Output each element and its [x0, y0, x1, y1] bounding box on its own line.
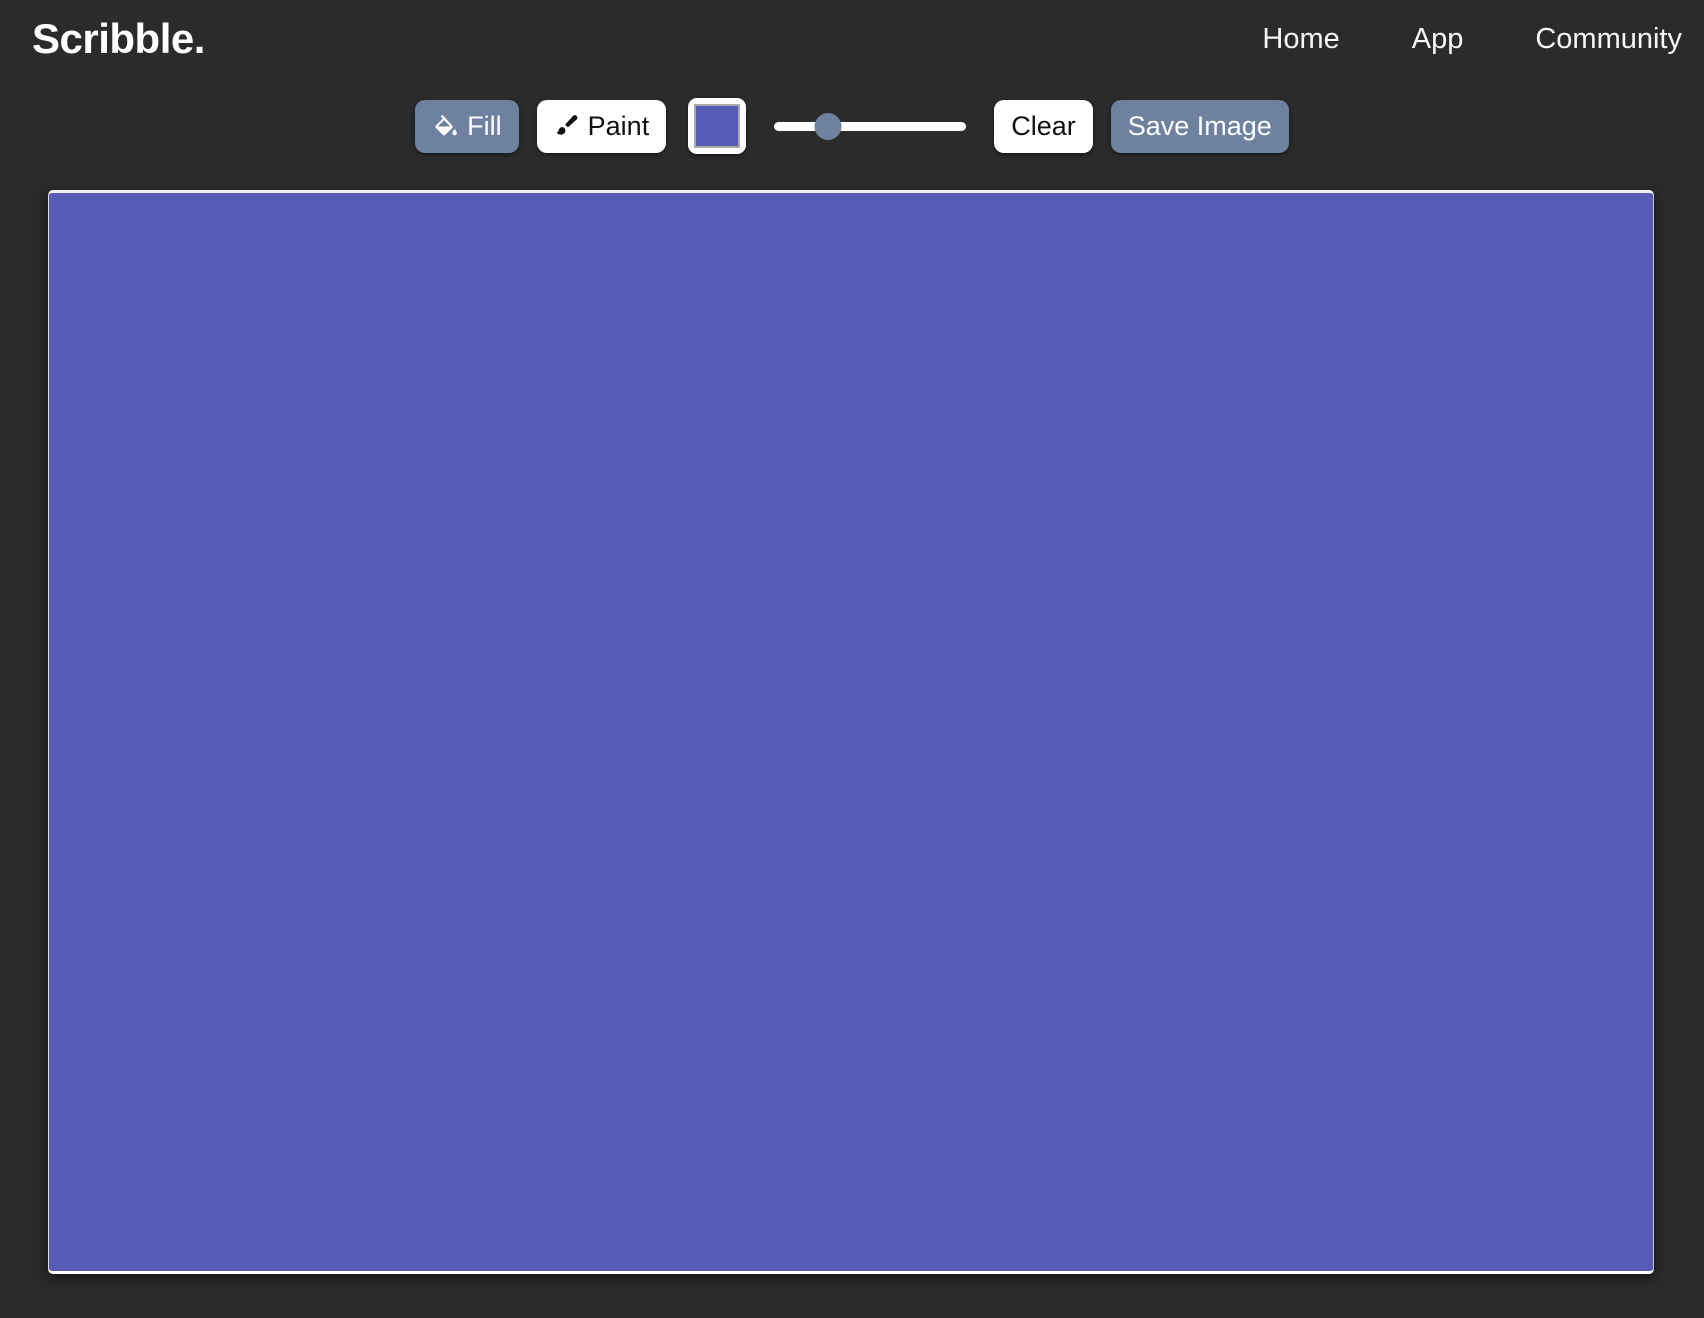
save-image-button[interactable]: Save Image — [1110, 99, 1289, 153]
canvas-area — [0, 174, 1704, 1318]
paint-tool-button[interactable]: Paint — [536, 99, 667, 153]
drawing-toolbar: Fill Paint Clear Save Image — [0, 78, 1704, 174]
paint-tool-label: Paint — [587, 110, 650, 141]
paint-bucket-icon — [432, 113, 459, 140]
site-logo: Scribble. — [32, 15, 205, 62]
brush-size-slider[interactable] — [774, 109, 967, 143]
nav-link-home[interactable]: Home — [1226, 24, 1375, 54]
nav-link-community[interactable]: Community — [1499, 24, 1704, 54]
color-picker-swatch[interactable] — [688, 98, 747, 154]
brush-size-slider-thumb[interactable] — [814, 112, 842, 140]
fill-tool-label: Fill — [467, 110, 502, 141]
save-image-button-label: Save Image — [1127, 110, 1272, 141]
site-header: Scribble. Home App Community — [0, 0, 1704, 78]
color-picker-swatch-color — [694, 104, 741, 148]
clear-button-label: Clear — [1011, 110, 1076, 141]
fill-tool-button[interactable]: Fill — [415, 99, 519, 153]
nav-link-app[interactable]: App — [1376, 24, 1500, 54]
main-navigation: Home App Community — [1226, 24, 1704, 54]
drawing-canvas[interactable] — [48, 190, 1654, 1274]
clear-button[interactable]: Clear — [994, 99, 1093, 153]
brush-size-slider-track — [774, 121, 967, 131]
paint-brush-icon — [554, 113, 580, 139]
